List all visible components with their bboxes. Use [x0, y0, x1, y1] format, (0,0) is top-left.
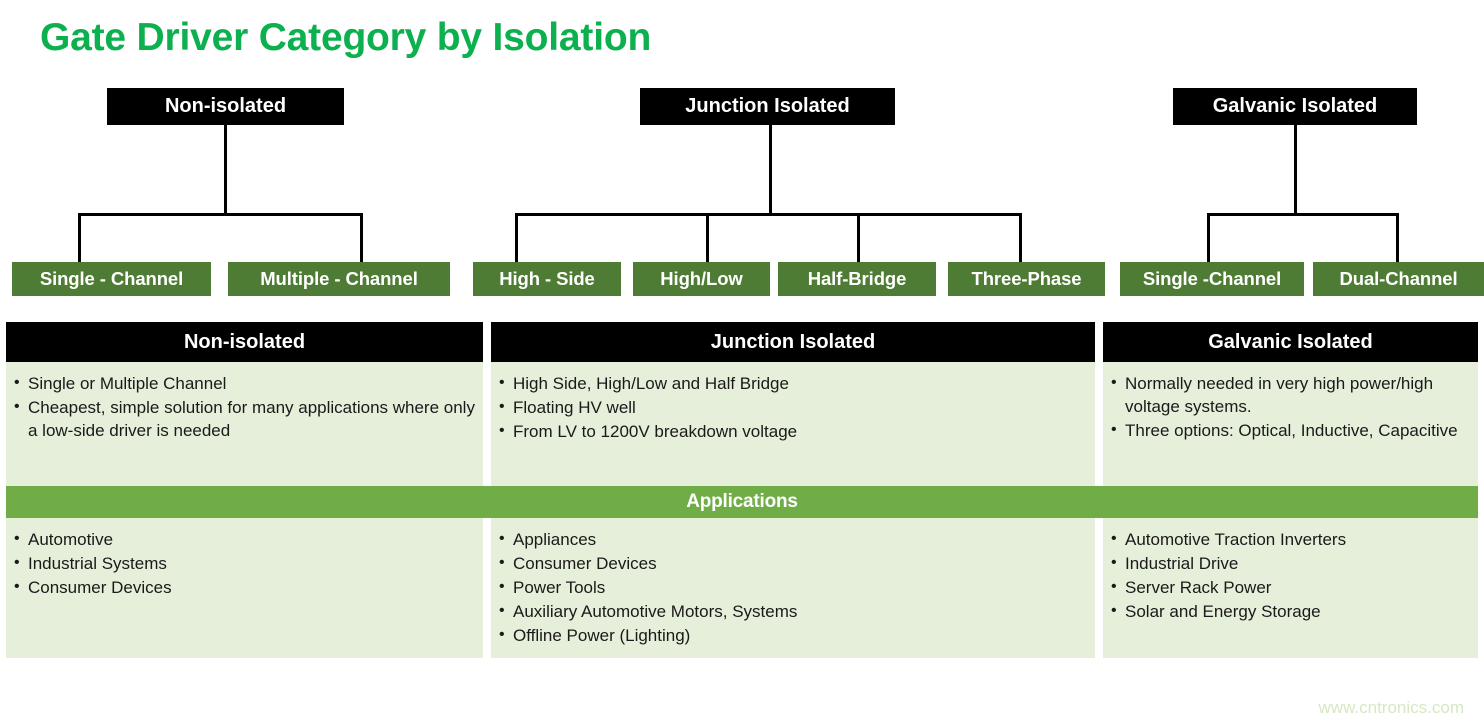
diagram-canvas: Gate Driver Category by Isolation Non-is… — [0, 0, 1484, 728]
list-item: Three options: Optical, Inductive, Capac… — [1103, 418, 1478, 442]
list-item: Automotive — [6, 527, 483, 551]
leaf-high-low: High/Low — [633, 262, 770, 296]
connector-drop-2-3 — [857, 213, 860, 262]
connector-drop-3-2 — [1396, 213, 1399, 262]
list-item: Automotive Traction Inverters — [1103, 527, 1478, 551]
applications-label: Applications — [686, 491, 798, 512]
table-cell-galvanic-isolated-applications: Automotive Traction Inverters Industrial… — [1103, 518, 1478, 658]
table-header-non-isolated: Non-isolated — [6, 322, 483, 362]
table-cell-galvanic-isolated-description: Normally needed in very high power/high … — [1103, 362, 1478, 486]
list-item: Consumer Devices — [6, 575, 483, 599]
connector-drop-2-1 — [515, 213, 518, 262]
connector-bar-2 — [515, 213, 1022, 216]
tree-header-label: Galvanic Isolated — [1212, 95, 1378, 117]
column-divider — [1095, 362, 1103, 486]
leaf-label: Single -Channel — [1142, 268, 1282, 289]
leaf-label: Three-Phase — [971, 268, 1082, 289]
list-item: Power Tools — [491, 575, 1095, 599]
list-item: Offline Power (Lighting) — [491, 623, 1095, 647]
bullet-list: Appliances Consumer Devices Power Tools … — [491, 527, 1095, 647]
leaf-single-channel-galvanic: Single -Channel — [1120, 262, 1304, 296]
list-item: Auxiliary Automotive Motors, Systems — [491, 599, 1095, 623]
list-item: Industrial Drive — [1103, 551, 1478, 575]
column-divider — [1095, 322, 1103, 362]
connector-stem-3 — [1294, 125, 1297, 215]
leaf-multiple-channel: Multiple - Channel — [228, 262, 450, 296]
table-applications-row: Automotive Industrial Systems Consumer D… — [6, 518, 1478, 658]
table-header-row: Non-isolated Junction Isolated Galvanic … — [6, 322, 1478, 362]
leaf-half-bridge: Half-Bridge — [778, 262, 936, 296]
comparison-table: Non-isolated Junction Isolated Galvanic … — [6, 322, 1478, 658]
tree-header-non-isolated: Non-isolated — [107, 88, 344, 125]
tree-header-junction-isolated: Junction Isolated — [640, 88, 895, 125]
table-cell-junction-isolated-applications: Appliances Consumer Devices Power Tools … — [491, 518, 1095, 658]
table-header-galvanic-isolated: Galvanic Isolated — [1103, 322, 1478, 362]
leaf-label: High - Side — [499, 268, 595, 289]
table-description-row: Single or Multiple Channel Cheapest, sim… — [6, 362, 1478, 486]
connector-bar-3 — [1207, 213, 1399, 216]
leaf-high-side: High - Side — [473, 262, 621, 296]
list-item: Server Rack Power — [1103, 575, 1478, 599]
list-item: From LV to 1200V breakdown voltage — [491, 419, 1095, 443]
list-item: Cheapest, simple solution for many appli… — [6, 395, 483, 442]
connector-drop-3-1 — [1207, 213, 1210, 262]
list-item: Consumer Devices — [491, 551, 1095, 575]
bullet-list: Single or Multiple Channel Cheapest, sim… — [6, 371, 483, 442]
leaf-single-channel: Single - Channel — [12, 262, 211, 296]
column-divider — [1095, 518, 1103, 658]
list-item: Industrial Systems — [6, 551, 483, 575]
connector-stem-2 — [769, 125, 772, 215]
page-title: Gate Driver Category by Isolation — [40, 16, 652, 59]
table-header-label: Junction Isolated — [710, 330, 876, 353]
table-header-label: Non-isolated — [183, 330, 306, 353]
watermark: www.cntronics.com — [1318, 698, 1464, 717]
column-divider — [483, 322, 491, 362]
connector-bar-1 — [78, 213, 363, 216]
tree-header-label: Non-isolated — [164, 95, 287, 117]
list-item: Floating HV well — [491, 395, 1095, 419]
bullet-list: Automotive Traction Inverters Industrial… — [1103, 527, 1478, 623]
table-header-label: Galvanic Isolated — [1208, 330, 1373, 353]
connector-drop-1-1 — [78, 213, 81, 262]
bullet-list: Automotive Industrial Systems Consumer D… — [6, 527, 483, 599]
column-divider — [483, 518, 491, 658]
list-item: High Side, High/Low and Half Bridge — [491, 371, 1095, 395]
connector-stem-1 — [224, 125, 227, 215]
list-item: Normally needed in very high power/high … — [1103, 371, 1478, 418]
leaf-dual-channel: Dual-Channel — [1313, 262, 1484, 296]
leaf-label: Dual-Channel — [1339, 268, 1458, 289]
applications-section-bar: Applications — [6, 486, 1478, 518]
tree-header-label: Junction Isolated — [685, 95, 850, 117]
connector-drop-2-2 — [706, 213, 709, 262]
table-cell-non-isolated-applications: Automotive Industrial Systems Consumer D… — [6, 518, 483, 658]
leaf-label: Half-Bridge — [807, 268, 907, 289]
column-divider — [483, 362, 491, 486]
connector-drop-1-2 — [360, 213, 363, 262]
table-header-junction-isolated: Junction Isolated — [491, 322, 1095, 362]
bullet-list: High Side, High/Low and Half Bridge Floa… — [491, 371, 1095, 443]
leaf-label: Single - Channel — [39, 268, 184, 289]
leaf-three-phase: Three-Phase — [948, 262, 1105, 296]
bullet-list: Normally needed in very high power/high … — [1103, 371, 1478, 442]
leaf-label: Multiple - Channel — [260, 268, 418, 289]
list-item: Single or Multiple Channel — [6, 371, 483, 395]
tree-header-galvanic-isolated: Galvanic Isolated — [1173, 88, 1417, 125]
list-item: Appliances — [491, 527, 1095, 551]
table-cell-non-isolated-description: Single or Multiple Channel Cheapest, sim… — [6, 362, 483, 486]
table-cell-junction-isolated-description: High Side, High/Low and Half Bridge Floa… — [491, 362, 1095, 486]
list-item: Solar and Energy Storage — [1103, 599, 1478, 623]
connector-drop-2-4 — [1019, 213, 1022, 262]
leaf-label: High/Low — [660, 268, 743, 289]
